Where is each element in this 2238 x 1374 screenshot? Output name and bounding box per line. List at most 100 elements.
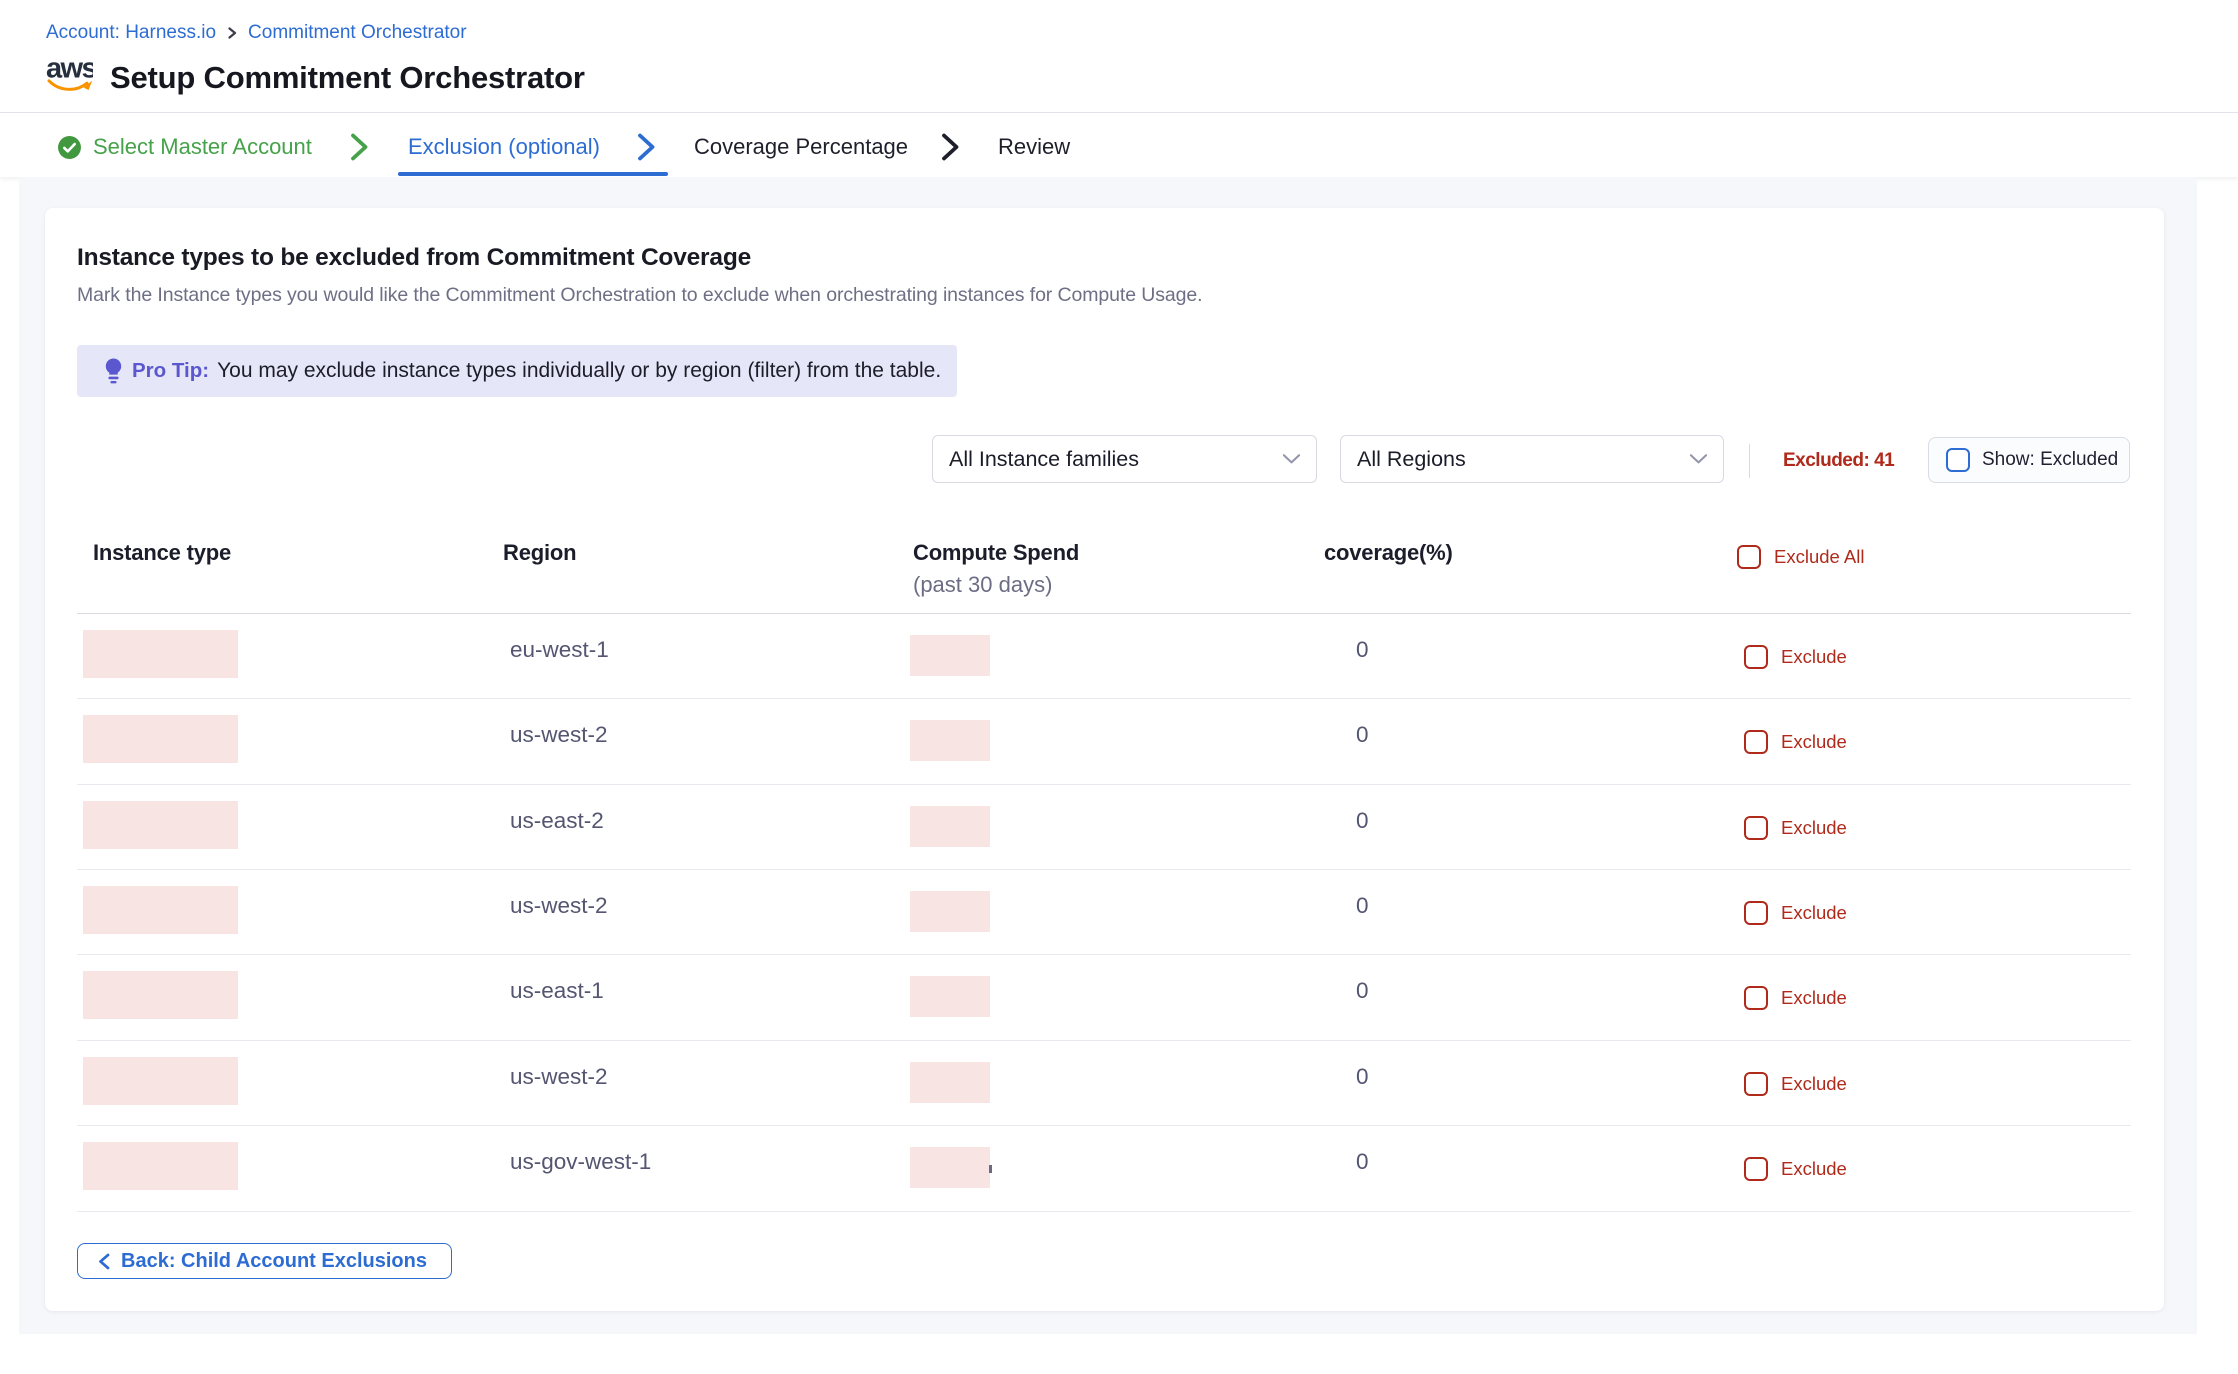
card-subtitle: Mark the Instance types you would like t… (77, 284, 1202, 307)
cell-region: us-west-2 (510, 722, 608, 748)
cell-coverage: 0 (1356, 978, 1369, 1004)
cell-coverage: 0 (1356, 637, 1369, 663)
cell-region: us-east-2 (510, 808, 604, 834)
table-row: us-east-1 0 Exclude (77, 955, 2131, 1040)
exclude-label: Exclude (1781, 987, 1847, 1009)
show-excluded-checkbox[interactable] (1946, 448, 1970, 472)
redacted-compute-spend (910, 1062, 990, 1103)
redacted-compute-spend (910, 635, 990, 676)
cell-coverage: 0 (1356, 893, 1369, 919)
svg-text:aws: aws (46, 60, 93, 85)
chevron-down-icon (1282, 453, 1301, 465)
step-chevron-icon-dark (940, 115, 960, 179)
instance-families-select[interactable]: All Instance families (932, 435, 1317, 483)
step-select-master-account[interactable]: Select Master Account (57, 115, 312, 179)
protip-banner: Pro Tip: You may exclude instance types … (77, 345, 957, 397)
step-coverage-percentage[interactable]: Coverage Percentage (694, 115, 908, 179)
exclude-all-checkbox[interactable] (1737, 545, 1761, 569)
exclude-checkbox[interactable] (1744, 901, 1768, 925)
table-row: us-east-2 0 Exclude (77, 785, 2131, 870)
exclude-checkbox[interactable] (1744, 1072, 1768, 1096)
exclude-label: Exclude (1781, 731, 1847, 753)
redacted-instance-type (83, 801, 238, 849)
table-header: Instance type Region Compute Spend (past… (77, 530, 2131, 614)
cell-coverage: 0 (1356, 1064, 1369, 1090)
chevron-down-icon (1689, 453, 1708, 465)
step-label: Coverage Percentage (694, 134, 908, 160)
redacted-compute-spend (910, 891, 990, 932)
cell-region: us-east-1 (510, 978, 604, 1004)
breadcrumb: Account: Harness.io Commitment Orchestra… (46, 22, 467, 44)
redacted-compute-spend (910, 976, 990, 1017)
show-excluded-toggle[interactable]: Show: Excluded (1928, 437, 2130, 483)
table-body: eu-west-1 0 Exclude us-west-2 0 Exclude (77, 614, 2131, 1212)
show-excluded-label: Show: Excluded (1982, 449, 2118, 471)
cell-region: eu-west-1 (510, 637, 609, 663)
exclude-checkbox[interactable] (1744, 1157, 1768, 1181)
regions-select[interactable]: All Regions (1340, 435, 1724, 483)
col-coverage: coverage(%) (1324, 540, 1453, 566)
exclude-control[interactable]: Exclude (1744, 730, 1847, 754)
exclude-control[interactable]: Exclude (1744, 1157, 1847, 1181)
redacted-instance-type (83, 1142, 238, 1190)
redacted-instance-type (83, 715, 238, 763)
step-exclusion[interactable]: Exclusion (optional) (408, 115, 600, 179)
step-label: Select Master Account (93, 134, 312, 160)
exclude-checkbox[interactable] (1744, 816, 1768, 840)
exclude-label: Exclude (1781, 817, 1847, 839)
redacted-compute-spend (910, 720, 990, 761)
table-row: us-gov-west-1 0 Exclude (77, 1126, 2131, 1211)
filter-divider (1749, 444, 1750, 478)
chevron-left-icon (97, 1253, 110, 1270)
card-heading: Instance types to be excluded from Commi… (77, 244, 751, 272)
exclusion-card: Instance types to be excluded from Commi… (45, 208, 2164, 1311)
exclude-control[interactable]: Exclude (1744, 816, 1847, 840)
exclude-control[interactable]: Exclude (1744, 645, 1847, 669)
exclude-control[interactable]: Exclude (1744, 901, 1847, 925)
page-title: Setup Commitment Orchestrator (110, 60, 585, 96)
cell-coverage: 0 (1356, 1149, 1369, 1175)
exclude-all-control[interactable]: Exclude All (1737, 545, 1865, 569)
breadcrumb-module-link[interactable]: Commitment Orchestrator (248, 22, 467, 44)
redacted-instance-type (83, 1057, 238, 1105)
cell-region: us-gov-west-1 (510, 1149, 651, 1175)
redacted-compute-spend (910, 1147, 990, 1188)
col-region: Region (503, 540, 576, 566)
redacted-instance-type (83, 971, 238, 1019)
exclude-checkbox[interactable] (1744, 730, 1768, 754)
check-circle-icon (57, 135, 82, 160)
table-row: us-west-2 0 Exclude (77, 870, 2131, 955)
table-row: us-west-2 0 Exclude (77, 1041, 2131, 1126)
back-button[interactable]: Back: Child Account Exclusions (77, 1243, 452, 1279)
excluded-count: Excluded: 41 (1783, 437, 1894, 485)
lightbulb-icon (105, 358, 122, 384)
regions-value: All Regions (1357, 447, 1466, 472)
step-review[interactable]: Review (998, 115, 1070, 179)
protip-text: You may exclude instance types individua… (217, 359, 941, 383)
cell-coverage: 0 (1356, 808, 1369, 834)
breadcrumb-chevron-icon (226, 26, 238, 40)
exclude-checkbox[interactable] (1744, 986, 1768, 1010)
protip-label: Pro Tip: (132, 359, 209, 383)
cell-coverage: 0 (1356, 722, 1369, 748)
step-label: Exclusion (optional) (408, 134, 600, 160)
redacted-instance-type (83, 630, 238, 678)
table-row: eu-west-1 0 Exclude (77, 614, 2131, 699)
exclude-label: Exclude (1781, 1158, 1847, 1180)
exclude-label: Exclude (1781, 1073, 1847, 1095)
instance-families-value: All Instance families (949, 447, 1139, 472)
table-row: us-west-2 0 Exclude (77, 699, 2131, 784)
stepper: Select Master Account Exclusion (optiona… (0, 113, 2238, 177)
exclude-checkbox[interactable] (1744, 645, 1768, 669)
aws-logo-icon: aws (46, 60, 93, 94)
redacted-text-sliver (989, 1165, 992, 1173)
redacted-compute-spend (910, 806, 990, 847)
active-step-underline (398, 172, 668, 176)
step-chevron-icon-green (349, 115, 369, 179)
back-button-label: Back: Child Account Exclusions (121, 1250, 427, 1273)
col-compute-spend-sub: (past 30 days) (913, 572, 1052, 598)
exclude-control[interactable]: Exclude (1744, 1072, 1847, 1096)
breadcrumb-account-link[interactable]: Account: Harness.io (46, 22, 216, 44)
exclude-label: Exclude (1781, 646, 1847, 668)
exclude-control[interactable]: Exclude (1744, 986, 1847, 1010)
